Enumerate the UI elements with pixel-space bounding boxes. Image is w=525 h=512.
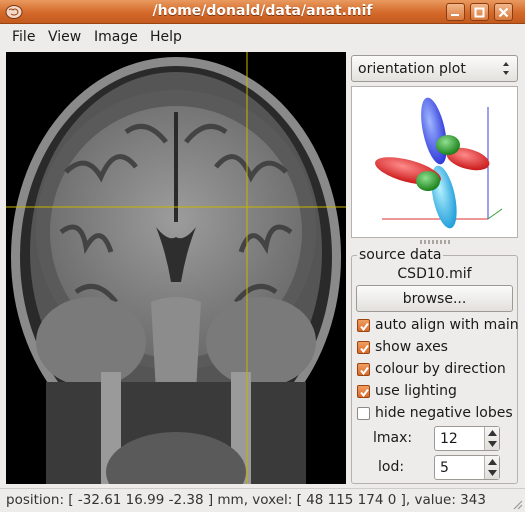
option-label: colour by direction — [375, 361, 506, 377]
menu-help[interactable]: Help — [150, 29, 182, 45]
checkbox-checked-icon[interactable] — [357, 319, 370, 332]
image-viewer[interactable] — [6, 52, 346, 484]
maximize-button[interactable] — [470, 3, 489, 21]
menu-view[interactable]: View — [48, 29, 81, 45]
status-bar: position: [ -32.61 16.99 -2.38 ] mm, vox… — [0, 488, 525, 512]
menu-file[interactable]: File — [12, 29, 35, 45]
maximize-icon — [474, 7, 485, 18]
minimize-button[interactable] — [446, 3, 465, 21]
lod-label: lod: — [378, 459, 405, 475]
menu-bar: File View Image Help — [0, 25, 525, 49]
status-text: position: [ -32.61 16.99 -2.38 ] mm, vox… — [6, 492, 486, 508]
option-label: use lighting — [375, 383, 457, 399]
lmax-label: lmax: — [373, 430, 413, 446]
chevron-down-icon[interactable] — [488, 441, 497, 447]
lod-spinbox[interactable]: 5 — [434, 455, 500, 480]
close-button[interactable] — [494, 3, 513, 21]
checkbox-unchecked-icon[interactable] — [357, 407, 370, 420]
close-icon — [498, 7, 509, 18]
chevron-up-icon[interactable] — [488, 430, 497, 436]
splitter-handle[interactable] — [420, 240, 450, 244]
lod-stepper[interactable] — [484, 456, 499, 479]
option-label: auto align with main — [375, 317, 519, 333]
checkbox-checked-icon[interactable] — [357, 341, 370, 354]
tool-selector[interactable]: orientation plot — [351, 55, 518, 82]
option-label: hide negative lobes — [375, 405, 513, 421]
option-label: show axes — [375, 339, 448, 355]
chevron-up-icon[interactable] — [488, 459, 497, 465]
lmax-stepper[interactable] — [484, 427, 499, 450]
chevron-down-icon[interactable] — [488, 470, 497, 476]
minimize-icon — [451, 14, 459, 16]
mri-coronal-slice — [6, 52, 346, 484]
resize-grip-icon[interactable] — [511, 498, 523, 510]
checkbox-checked-icon[interactable] — [357, 385, 370, 398]
browse-button[interactable]: browse... — [356, 285, 513, 312]
tool-selector-value: orientation plot — [358, 61, 466, 77]
source-file-name: CSD10.mif — [397, 266, 472, 282]
title-bar[interactable]: /home/donald/data/anat.mif — [0, 0, 525, 24]
orientation-plot[interactable] — [351, 86, 518, 238]
source-data-title: source data — [357, 247, 444, 263]
odf-glyph — [375, 97, 503, 229]
lod-value[interactable]: 5 — [440, 460, 449, 476]
menu-image[interactable]: Image — [94, 29, 138, 45]
updown-arrow-icon — [503, 62, 509, 75]
lmax-value[interactable]: 12 — [440, 431, 458, 447]
lmax-spinbox[interactable]: 12 — [434, 426, 500, 451]
checkbox-checked-icon[interactable] — [357, 363, 370, 376]
